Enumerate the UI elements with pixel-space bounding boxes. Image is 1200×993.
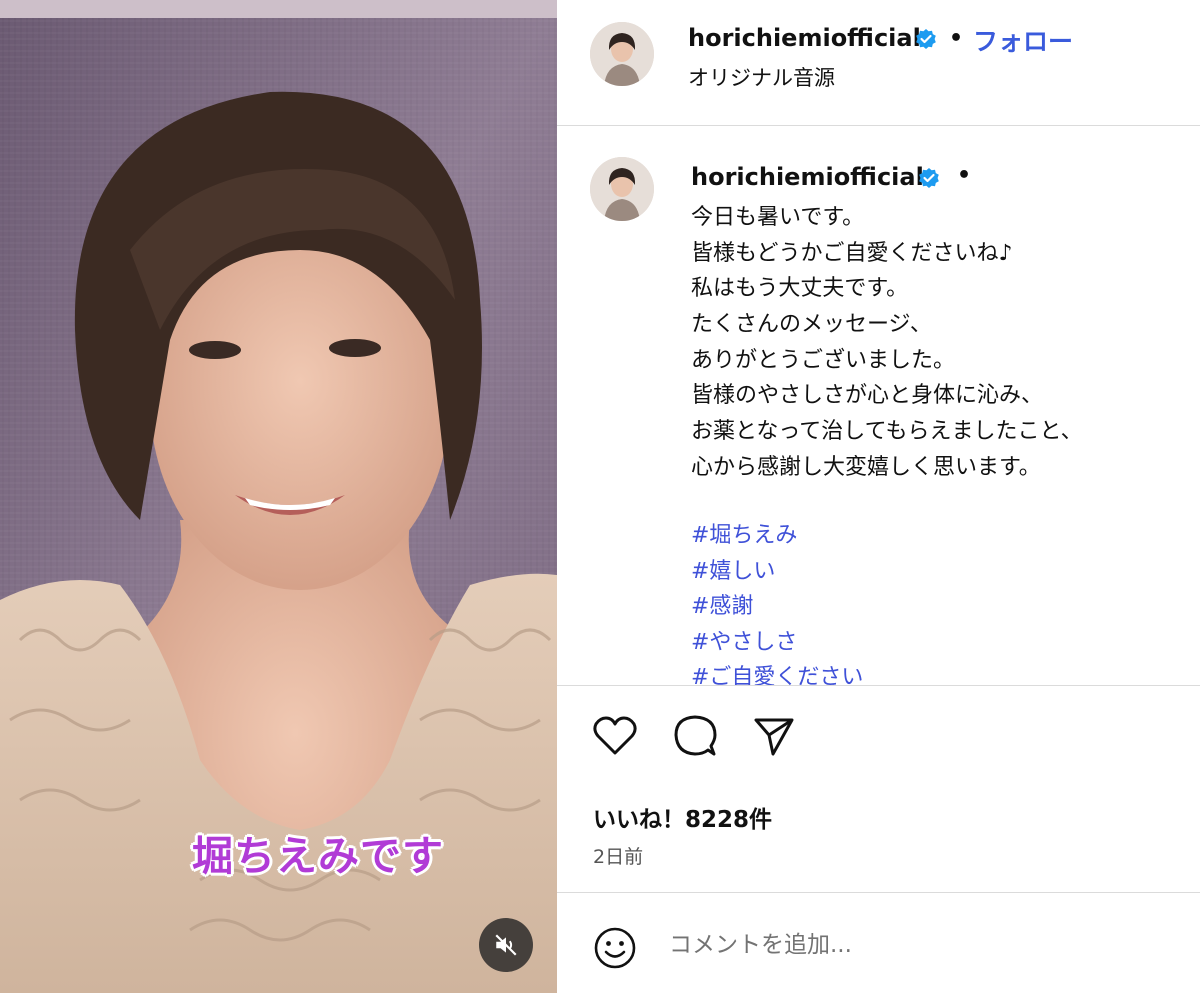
emoji-button[interactable] [593,926,637,974]
speaker-muted-icon [495,934,517,956]
comment-icon [674,715,717,756]
caption-line: 心から感謝し大変嬉しく思います。 [691,454,1041,480]
verified-badge-icon [916,29,936,49]
verified-badge-icon [919,168,939,188]
caption-line: たくさんのメッセージ、 [691,312,932,338]
hashtag-link[interactable]: #ご自愛ください [691,660,863,685]
caption-line: 今日も暑いです。 [691,205,865,230]
hashtag-link[interactable]: #堀ちえみ [691,518,863,554]
caption-username[interactable]: horichiemiofficial [691,163,924,191]
profile-photo [590,157,654,221]
profile-photo [590,22,654,86]
heart-icon [593,716,637,755]
post-media[interactable]: 堀ちえみです [0,0,557,993]
post-side-panel: horichiemiofficial • フォロー オリジナル音源 horich… [557,0,1200,993]
post-timestamp[interactable]: 2日前 [593,842,643,869]
audio-label[interactable]: オリジナル音源 [688,62,835,92]
caption-text: 今日も暑いです。 皆様もどうかご自愛くださいね♪ 私はもう大丈夫です。 たくさん… [691,200,1191,486]
caption-line: お薬となって治してもらえましたこと、 [691,419,1083,445]
caption-section: horichiemiofficial • 今日も暑いです。 皆様もどうかご自愛く… [557,127,1200,686]
action-bar [557,690,1200,790]
like-count[interactable]: いいね！8228件 [593,800,772,834]
header-separator: • [949,26,964,51]
caption-separator: • [957,163,972,188]
caption-line: ありがとうございました。 [691,347,956,373]
header-username[interactable]: horichiemiofficial [688,24,921,52]
share-icon [754,718,794,756]
mute-button[interactable] [479,918,533,972]
comment-bar [557,892,1200,993]
hashtag-link[interactable]: #やさしさ [691,625,863,661]
hashtag-link[interactable]: #感謝 [691,589,863,625]
comment-button[interactable] [673,714,717,762]
avatar[interactable] [590,22,654,86]
hashtag-link[interactable]: #嬉しい [691,554,863,590]
like-button[interactable] [593,716,637,760]
follow-button[interactable]: フォロー [973,22,1073,58]
caption-line: 皆様もどうかご自愛くださいね♪ [691,240,1013,266]
video-overlay-caption: 堀ちえみです [192,832,444,880]
caption-avatar[interactable] [590,157,654,221]
hashtag-list: #堀ちえみ #嬉しい #感謝 #やさしさ #ご自愛ください [691,518,863,685]
post-header: horichiemiofficial • フォロー オリジナル音源 [557,0,1200,126]
caption-line: 私はもう大丈夫です。 [691,276,909,302]
share-button[interactable] [753,716,795,760]
caption-line: 皆様のやさしさが心と身体に沁み、 [691,383,1044,409]
smiley-icon [594,927,636,969]
comment-input[interactable] [669,923,1149,967]
